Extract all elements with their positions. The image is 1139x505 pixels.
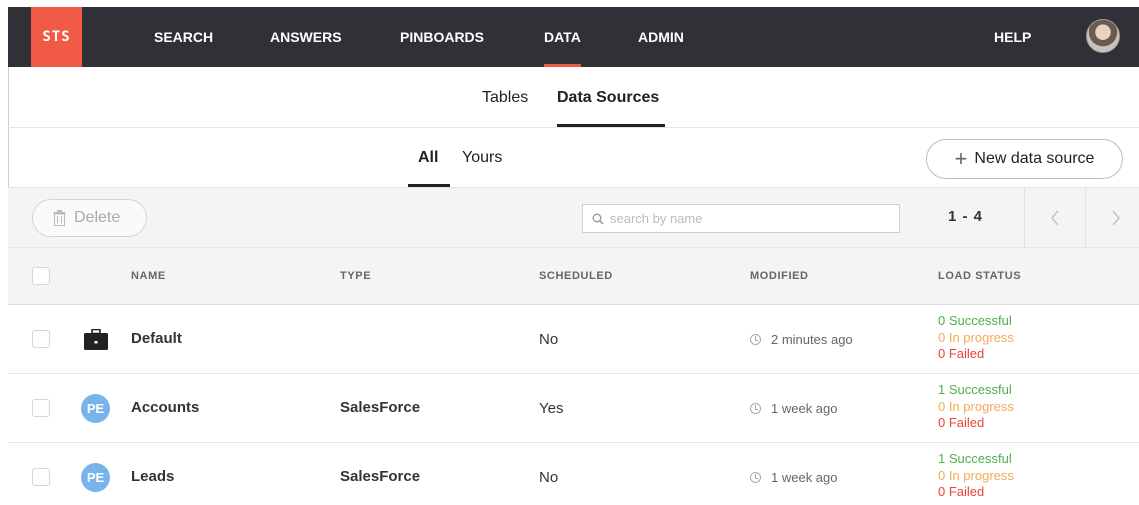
source-name[interactable]: Default [131, 330, 182, 347]
tab-yours[interactable]: Yours [462, 149, 502, 167]
status-successful: 0 Successful [938, 313, 1012, 328]
tab-data-sources[interactable]: Data Sources [557, 89, 659, 107]
clock-icon [750, 472, 761, 483]
row-checkbox[interactable] [32, 468, 50, 486]
owner-avatar-badge: PE [81, 463, 110, 492]
status-failed: 0 Failed [938, 484, 985, 499]
table-row[interactable]: PE Leads SalesForce No 1 week ago 1 Succ… [8, 443, 1139, 505]
status-in-progress: 0 In progress [938, 398, 1014, 414]
next-page-button[interactable] [1085, 188, 1139, 248]
tab-tables[interactable]: Tables [482, 89, 528, 107]
scheduled-value: No [539, 331, 559, 348]
load-status: 1 Successful 0 In progress 0 Failed [938, 451, 1014, 501]
modified-cell: 1 week ago [750, 470, 838, 485]
active-filter-indicator [408, 184, 450, 187]
status-in-progress: 0 In progress [938, 329, 1014, 345]
select-all-checkbox[interactable] [32, 267, 50, 285]
app-logo[interactable]: STS [31, 7, 82, 67]
clock-icon [750, 403, 761, 414]
previous-page-button[interactable] [1024, 188, 1084, 248]
trash-icon [53, 210, 66, 226]
delete-button[interactable]: Delete [32, 199, 147, 237]
modified-value: 1 week ago [771, 470, 838, 485]
nav-item-admin[interactable]: ADMIN [638, 7, 684, 67]
status-failed: 0 Failed [938, 346, 985, 361]
search-box[interactable] [582, 204, 900, 233]
source-name[interactable]: Accounts [131, 399, 199, 416]
search-icon [592, 213, 604, 225]
tab-all[interactable]: All [418, 149, 438, 167]
table-row[interactable]: Default No 2 minutes ago 0 Successful 0 … [8, 305, 1139, 374]
row-checkbox[interactable] [32, 399, 50, 417]
source-type: SalesForce [340, 399, 421, 416]
column-header-load-status[interactable]: LOAD STATUS [938, 270, 1021, 282]
column-header-scheduled[interactable]: SCHEDULED [539, 270, 613, 282]
status-successful: 1 Successful [938, 451, 1012, 466]
briefcase-icon [84, 329, 108, 350]
user-avatar[interactable] [1086, 19, 1120, 53]
table-row[interactable]: PE Accounts SalesForce Yes 1 week ago 1 … [8, 374, 1139, 443]
new-data-source-button[interactable]: + New data source [926, 139, 1123, 179]
modified-value: 1 week ago [771, 401, 838, 416]
scheduled-value: Yes [539, 400, 564, 417]
status-in-progress: 0 In progress [938, 467, 1014, 483]
load-status: 1 Successful 0 In progress 0 Failed [938, 382, 1014, 432]
pagination-range: 1 - 4 [948, 208, 984, 225]
delete-label: Delete [74, 209, 121, 226]
nav-item-data[interactable]: DATA [544, 7, 581, 67]
source-name[interactable]: Leads [131, 468, 174, 485]
logo-mark: STS [42, 29, 71, 45]
column-header-type[interactable]: TYPE [340, 270, 371, 282]
nav-item-help[interactable]: HELP [994, 7, 1031, 67]
clock-icon [750, 334, 761, 345]
row-checkbox[interactable] [32, 330, 50, 348]
column-header-name[interactable]: NAME [131, 270, 166, 282]
modified-cell: 1 week ago [750, 401, 838, 416]
active-tab-indicator [557, 124, 665, 127]
new-data-source-label: New data source [974, 150, 1095, 167]
nav-item-search[interactable]: SEARCH [154, 7, 213, 67]
chevron-right-icon [1112, 210, 1120, 226]
modified-value: 2 minutes ago [771, 332, 853, 347]
scheduled-value: No [539, 469, 559, 486]
modified-cell: 2 minutes ago [750, 332, 853, 347]
status-failed: 0 Failed [938, 415, 985, 430]
status-successful: 1 Successful [938, 382, 1012, 397]
search-input[interactable] [610, 211, 890, 226]
owner-avatar-badge: PE [81, 394, 110, 423]
top-nav-bar: STS SEARCH ANSWERS PINBOARDS DATA ADMIN … [8, 7, 1139, 67]
source-type: SalesForce [340, 468, 421, 485]
plus-icon: + [954, 146, 968, 171]
chevron-left-icon [1050, 210, 1058, 226]
table-header: NAME TYPE SCHEDULED MODIFIED LOAD STATUS [8, 248, 1139, 305]
column-header-modified[interactable]: MODIFIED [750, 270, 809, 282]
filter-tabs: All Yours + New data source [8, 128, 1139, 188]
nav-item-answers[interactable]: ANSWERS [270, 7, 342, 67]
load-status: 0 Successful 0 In progress 0 Failed [938, 313, 1014, 363]
nav-item-pinboards[interactable]: PINBOARDS [400, 7, 484, 67]
primary-tabs: Tables Data Sources [8, 67, 1139, 128]
list-toolbar: Delete 1 - 4 [8, 188, 1139, 248]
